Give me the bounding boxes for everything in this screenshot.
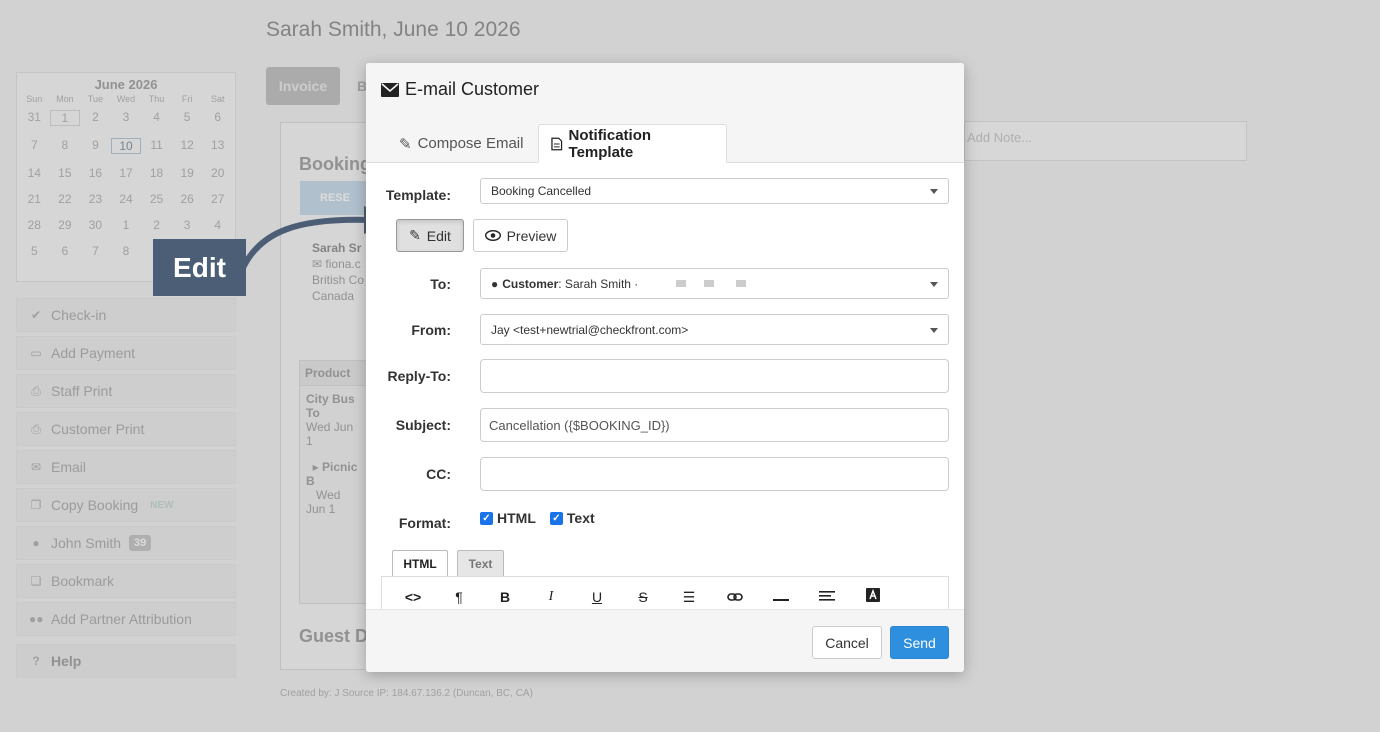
envelope-icon [381,82,399,97]
tab-label: Compose Email [417,135,524,152]
from-select[interactable]: Jay <test+newtrial@checkfront.com> [480,314,949,345]
cc-label: CC: [426,466,451,482]
format-text-label: Text [566,510,595,526]
pencil-icon: ✎ [399,135,412,153]
modal-footer: Cancel Send [366,609,964,672]
code-view-icon[interactable]: <> [390,585,436,609]
modal-title-text: E-mail Customer [405,79,540,99]
modal-title: E-mail Customer [381,79,539,100]
checkbox-checked-icon[interactable]: ✓ [549,511,563,525]
link-icon[interactable] [712,585,758,609]
text-color-icon[interactable] [850,585,896,609]
cc-input[interactable] [480,457,949,491]
format-html-option[interactable]: ✓ HTML [480,510,536,526]
eye-icon [484,230,501,241]
preview-button-label: Preview [506,227,557,244]
globe-icon: ● [491,276,499,291]
cancel-button[interactable]: Cancel [812,626,882,659]
underline-icon[interactable]: U [574,585,620,609]
subject-label: Subject: [395,417,451,433]
redacted-block [704,280,715,287]
align-icon[interactable] [804,585,850,609]
format-options: ✓ HTML ✓ Text [480,510,595,526]
subject-input[interactable]: Cancellation ({$BOOKING_ID}) [480,408,949,442]
to-label: To: [430,276,451,292]
template-select[interactable]: Booking Cancelled [480,178,949,204]
from-label: From: [411,322,451,338]
list-icon[interactable]: ☰ [666,585,712,609]
chevron-down-icon [930,189,938,194]
tab-compose-email[interactable]: ✎ Compose Email [387,124,535,163]
edit-button-label: Edit [426,227,451,244]
template-value: Booking Cancelled [491,184,592,198]
redacted-block [676,280,687,287]
editor-tab-html[interactable]: HTML [392,550,448,577]
template-label: Template: [385,187,451,203]
chevron-down-icon [930,281,938,287]
from-value: Jay <test+newtrial@checkfront.com> [491,322,689,337]
to-select[interactable]: ● Customer : Sarah Smith · [480,268,949,299]
editor-tab-text[interactable]: Text [457,550,504,577]
to-prefix: Customer [502,276,559,291]
strikethrough-icon[interactable]: S [620,585,666,609]
pencil-icon: ✎ [409,227,421,243]
checkbox-checked-icon[interactable]: ✓ [480,511,493,525]
redacted-block [736,280,747,287]
to-value: : Sarah Smith · [558,276,639,291]
format-label: Format: [398,515,451,531]
send-button[interactable]: Send [890,626,949,659]
reply-to-input[interactable] [480,359,949,393]
document-icon [551,137,563,150]
tab-label: Notification Template [568,126,652,161]
horizontal-rule-icon[interactable] [758,585,804,609]
paragraph-icon[interactable]: ¶ [436,585,482,609]
reply-to-label: Reply-To: [387,368,451,384]
modal-header: E-mail Customer ✎ Compose Email Notifica… [366,63,964,163]
format-text-option[interactable]: ✓ Text [549,510,595,526]
bold-icon[interactable]: B [482,585,528,609]
italic-icon[interactable]: I [528,585,574,609]
preview-button[interactable]: Preview [473,219,568,252]
email-customer-modal: E-mail Customer ✎ Compose Email Notifica… [366,63,964,672]
chevron-down-icon [930,327,938,333]
edit-callout: Edit [153,239,246,296]
tab-notification-template[interactable]: Notification Template [538,124,727,163]
edit-button[interactable]: ✎ Edit [396,219,464,252]
format-html-label: HTML [497,510,536,526]
